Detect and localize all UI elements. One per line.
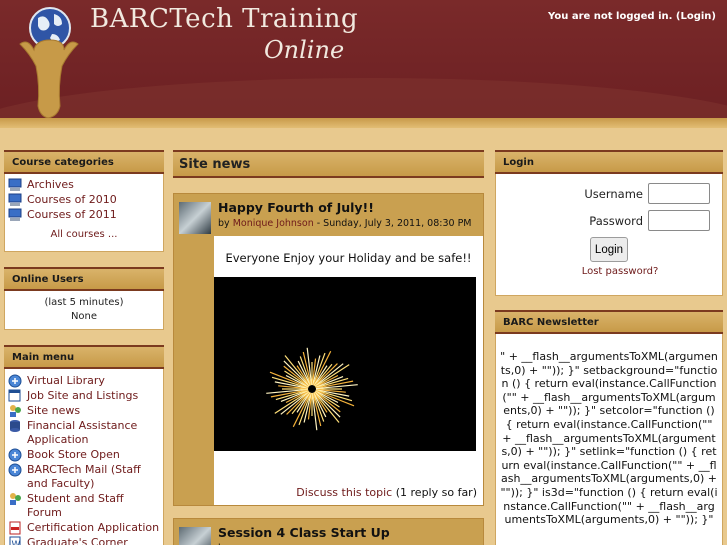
online-users-block: Online Users (last 5 minutes) None xyxy=(4,267,164,330)
login-block: Login Username Password Login Lost passw… xyxy=(495,150,723,296)
category-item-2010[interactable]: Courses of 2010 xyxy=(8,193,160,207)
menu-item-barctech-mail[interactable]: BARCTech Mail (Staff and Faculty) xyxy=(8,463,160,491)
menu-item-virtual-library[interactable]: Virtual Library xyxy=(8,374,160,388)
menu-item-graduates-corner[interactable]: W Graduate's Corner xyxy=(8,536,160,545)
login-button[interactable]: Login xyxy=(590,237,628,262)
all-courses-link[interactable]: All courses ... xyxy=(5,227,163,244)
firework-image xyxy=(214,277,476,451)
database-icon xyxy=(10,420,20,432)
discuss-topic-link[interactable]: Discuss this topic xyxy=(296,486,392,499)
forum-icon xyxy=(10,493,21,505)
post-title: Happy Fourth of July!! xyxy=(218,200,374,215)
reply-count: (1 reply so far) xyxy=(392,486,477,499)
username-field[interactable] xyxy=(648,183,710,204)
username-label: Username xyxy=(584,186,643,201)
post-date: - Sunday, July 3, 2011, 08:30 PM xyxy=(313,218,472,229)
header-bottom-stripe xyxy=(0,118,727,128)
course-categories-block: Course categories Archives Courses of 20… xyxy=(4,150,164,252)
newsletter-block: BARC Newsletter " + __flash__argumentsTo… xyxy=(495,310,723,545)
main-menu-heading: Main menu xyxy=(4,345,164,369)
avatar xyxy=(179,527,211,545)
word-icon: W xyxy=(9,536,21,545)
login-status-link[interactable]: You are not logged in. (Login) xyxy=(548,11,716,22)
online-users-value: None xyxy=(70,311,98,322)
login-heading: Login xyxy=(495,150,723,174)
password-label: Password xyxy=(589,213,643,228)
category-item-archives[interactable]: Archives xyxy=(8,178,160,192)
category-icon xyxy=(8,193,22,206)
post-byline: by Monique Johnson - Sunday, July 3, 201… xyxy=(218,218,472,229)
page-icon xyxy=(8,389,21,402)
post-title: Session 4 Class Start Up xyxy=(218,525,390,540)
password-field[interactable] xyxy=(648,210,710,231)
site-title: BARCTech Training xyxy=(90,4,359,34)
menu-item-label[interactable]: Virtual Library xyxy=(27,374,105,388)
pdf-icon xyxy=(9,521,21,535)
menu-item-label[interactable]: Certification Application xyxy=(27,521,159,535)
online-users-heading: Online Users xyxy=(4,267,164,291)
post-author[interactable]: Monique Johnson xyxy=(233,218,314,229)
menu-item-label[interactable]: Site news xyxy=(27,404,80,418)
site-news-section: Happy Fourth of July!! by Monique Johnso… xyxy=(173,180,484,545)
menu-item-financial-assistance[interactable]: Financial Assistance Application xyxy=(8,419,160,447)
resource-icon xyxy=(8,463,22,477)
post-discuss: Discuss this topic (1 reply so far) xyxy=(296,486,477,499)
menu-item-label[interactable]: BARCTech Mail (Staff and Faculty) xyxy=(27,463,160,491)
menu-item-job-site[interactable]: Job Site and Listings xyxy=(8,389,160,403)
menu-item-label[interactable]: Student and Staff Forum xyxy=(27,492,160,520)
post-message: Everyone Enjoy your Holiday and be safe!… xyxy=(225,251,472,265)
category-item-2011[interactable]: Courses of 2011 xyxy=(8,208,160,222)
menu-item-forum[interactable]: Student and Staff Forum xyxy=(8,492,160,520)
category-label[interactable]: Courses of 2010 xyxy=(27,193,117,207)
main-menu-block: Main menu Virtual Library Job Site and L… xyxy=(4,345,164,545)
category-label[interactable]: Archives xyxy=(27,178,74,192)
site-header: BARCTech Training Online You are not log… xyxy=(0,0,727,128)
category-label[interactable]: Courses of 2011 xyxy=(27,208,117,222)
barctech-logo-icon[interactable] xyxy=(14,4,80,122)
byline-prefix: by xyxy=(218,218,230,229)
category-icon xyxy=(8,178,22,191)
menu-item-site-news[interactable]: Site news xyxy=(8,404,160,418)
menu-item-label[interactable]: Graduate's Corner xyxy=(27,536,128,545)
menu-item-book-store[interactable]: Book Store Open xyxy=(8,448,160,462)
news-post: Session 4 Class Start Up by xyxy=(173,518,484,545)
category-icon xyxy=(8,208,22,221)
course-categories-heading: Course categories xyxy=(4,150,164,174)
post-content: Everyone Enjoy your Holiday and be safe!… xyxy=(214,236,483,505)
menu-item-certification[interactable]: Certification Application xyxy=(8,521,160,535)
newsletter-text: " + __flash__argumentsToXML(arguments,0)… xyxy=(500,350,718,527)
menu-item-label[interactable]: Financial Assistance Application xyxy=(27,419,160,447)
site-news-heading: Site news xyxy=(173,150,484,178)
menu-item-label[interactable]: Book Store Open xyxy=(27,448,120,462)
online-users-period: (last 5 minutes) xyxy=(44,297,124,308)
site-subtitle: Online xyxy=(264,36,345,64)
svg-text:W: W xyxy=(12,540,21,545)
login-status[interactable]: You are not logged in. (Login) xyxy=(548,11,716,22)
newsletter-heading: BARC Newsletter xyxy=(495,310,723,334)
lost-password-link[interactable]: Lost password? xyxy=(518,266,722,277)
resource-icon xyxy=(8,374,22,388)
avatar xyxy=(179,202,211,234)
forum-icon xyxy=(10,405,21,417)
resource-icon xyxy=(8,448,22,462)
menu-item-label[interactable]: Job Site and Listings xyxy=(27,389,138,403)
news-post: Happy Fourth of July!! by Monique Johnso… xyxy=(173,193,484,506)
